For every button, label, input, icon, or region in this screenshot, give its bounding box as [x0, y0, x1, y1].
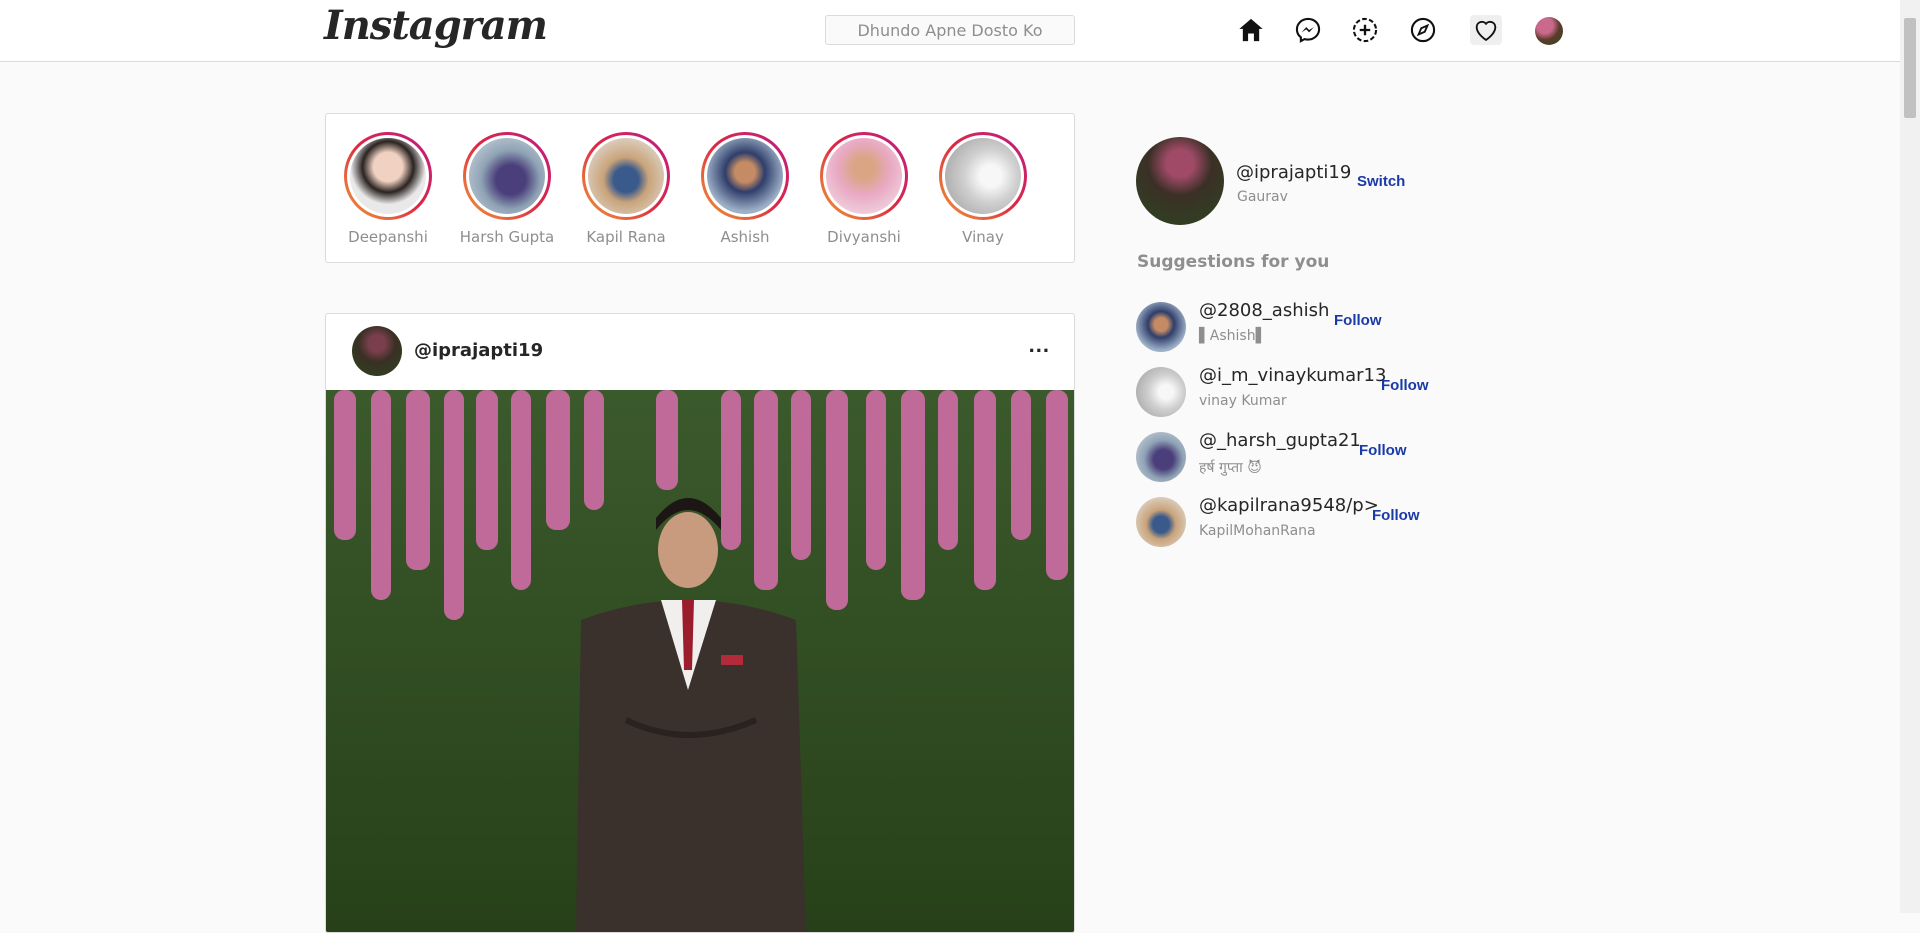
- story-avatar: [707, 138, 783, 214]
- suggestion-handle[interactable]: @_harsh_gupta21: [1199, 430, 1361, 451]
- story-ring: [582, 132, 670, 220]
- home-icon[interactable]: [1237, 16, 1265, 44]
- explore-icon[interactable]: [1409, 16, 1437, 44]
- story-name: Kapil Rana: [586, 228, 666, 246]
- suggestion-item: @2808_ashish ▌Ashish▌ Follow: [1136, 300, 1536, 356]
- stories-tray: Deepanshi Harsh Gupta Kapil Rana Ashish …: [325, 113, 1075, 263]
- story-avatar: [945, 138, 1021, 214]
- suggestion-avatar[interactable]: [1136, 497, 1186, 547]
- story-name: Vinay: [962, 228, 1004, 246]
- suggestion-item: @kapilrana9548/p> KapilMohanRana Follow: [1136, 495, 1536, 551]
- suggestion-item: @_harsh_gupta21 हर्ष गुप्ता 😈 Follow: [1136, 430, 1536, 486]
- instagram-logo[interactable]: Instagram: [324, 2, 548, 49]
- scrollbar-thumb[interactable]: [1904, 18, 1916, 118]
- story-item[interactable]: Divyanshi: [809, 132, 919, 246]
- story-item[interactable]: Harsh Gupta: [452, 132, 562, 246]
- suggestion-handle[interactable]: @kapilrana9548/p>: [1199, 495, 1379, 516]
- story-item[interactable]: Deepanshi: [333, 132, 443, 246]
- current-user-name: Gaurav: [1237, 189, 1288, 205]
- story-ring: [344, 132, 432, 220]
- more-options-icon[interactable]: ...: [1029, 332, 1050, 358]
- new-post-icon[interactable]: [1351, 16, 1379, 44]
- page-scrollbar[interactable]: [1900, 0, 1920, 913]
- suggestion-avatar[interactable]: [1136, 432, 1186, 482]
- post-author-username[interactable]: @iprajapti19: [414, 340, 543, 361]
- suggestion-subtitle: ▌Ashish▌: [1199, 328, 1267, 344]
- top-navbar: Instagram Dhundo Apne Dosto Ko: [0, 0, 1900, 62]
- story-item[interactable]: Vinay: [928, 132, 1038, 246]
- story-item[interactable]: Ashish: [690, 132, 800, 246]
- follow-button[interactable]: Follow: [1359, 442, 1407, 459]
- follow-button[interactable]: Follow: [1381, 377, 1429, 394]
- messenger-icon[interactable]: [1294, 16, 1322, 44]
- suggestion-subtitle: KapilMohanRana: [1199, 523, 1316, 539]
- story-name: Divyanshi: [827, 228, 901, 246]
- post-author-avatar[interactable]: [352, 326, 402, 376]
- current-user-handle[interactable]: @iprajapti19: [1236, 162, 1351, 183]
- story-avatar: [588, 138, 664, 214]
- post-image[interactable]: [326, 390, 1074, 932]
- current-user-avatar[interactable]: [1136, 137, 1224, 225]
- story-ring: [463, 132, 551, 220]
- story-ring: [820, 132, 908, 220]
- suggestions-title: Suggestions for you: [1137, 252, 1330, 272]
- suggestion-avatar[interactable]: [1136, 367, 1186, 417]
- suggestion-handle[interactable]: @2808_ashish: [1199, 300, 1329, 321]
- story-name: Ashish: [720, 228, 770, 246]
- story-avatar: [350, 138, 426, 214]
- post-header: @iprajapti19 ...: [326, 314, 1074, 390]
- profile-avatar[interactable]: [1535, 17, 1563, 45]
- suggestion-item: @i_m_vinaykumar13 vinay Kumar Follow: [1136, 365, 1536, 421]
- story-item[interactable]: Kapil Rana: [571, 132, 681, 246]
- story-avatar: [469, 138, 545, 214]
- story-avatar: [826, 138, 902, 214]
- story-name: Harsh Gupta: [459, 228, 555, 246]
- search-input[interactable]: Dhundo Apne Dosto Ko: [825, 15, 1075, 45]
- follow-button[interactable]: Follow: [1372, 507, 1420, 524]
- suggestion-avatar[interactable]: [1136, 302, 1186, 352]
- suggestion-handle[interactable]: @i_m_vinaykumar13: [1199, 365, 1386, 386]
- suggestion-subtitle: vinay Kumar: [1199, 393, 1287, 409]
- feed-post: @iprajapti19 ...: [325, 313, 1075, 933]
- follow-button[interactable]: Follow: [1334, 312, 1382, 329]
- story-ring: [701, 132, 789, 220]
- story-ring: [939, 132, 1027, 220]
- activity-heart-icon[interactable]: [1470, 15, 1502, 45]
- switch-account-button[interactable]: Switch: [1357, 173, 1405, 190]
- suggestion-subtitle: हर्ष गुप्ता 😈: [1199, 460, 1262, 476]
- story-name: Deepanshi: [348, 228, 428, 246]
